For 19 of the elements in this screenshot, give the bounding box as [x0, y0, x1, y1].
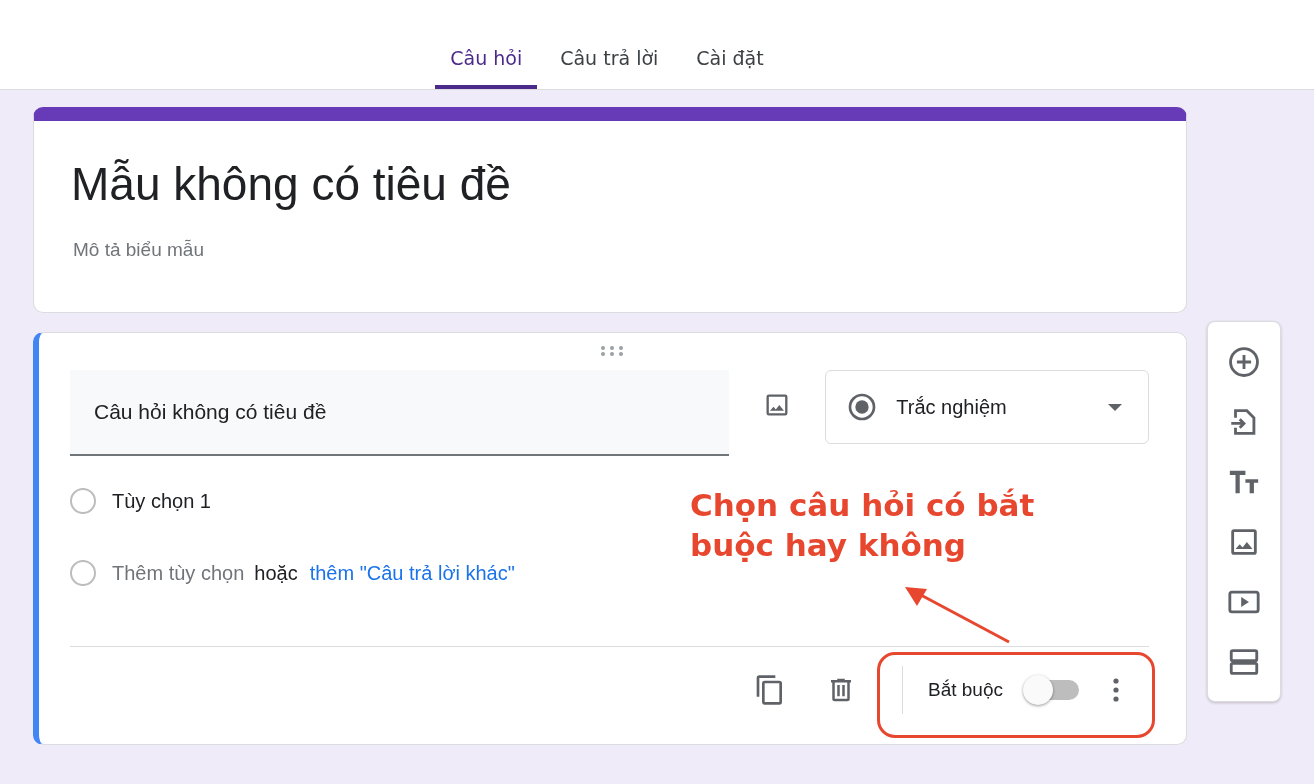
- caret-icon: [1108, 403, 1122, 411]
- tab[interactable]: Câu hỏi: [435, 29, 538, 89]
- radio-button[interactable]: [70, 560, 96, 586]
- add-option-link[interactable]: Thêm tùy chọn: [112, 561, 245, 585]
- or-text: hoặc: [254, 561, 298, 585]
- question-title-field[interactable]: Câu hỏi không có tiêu đề: [70, 370, 730, 456]
- more-options-icon[interactable]: [1113, 678, 1119, 702]
- annotation-text: Chọn câu hỏi có bắt buộc hay không: [690, 486, 1036, 565]
- tab[interactable]: Câu trả lời: [545, 29, 674, 89]
- add-other-link[interactable]: thêm "Câu trả lời khác": [309, 561, 515, 585]
- radio-button[interactable]: [70, 488, 96, 514]
- required-label: Bắt buộc: [928, 679, 1003, 701]
- tab[interactable]: Cài đặt: [681, 29, 779, 89]
- option-label[interactable]: Tùy chọn 1: [112, 489, 211, 513]
- drag-handle-icon[interactable]: [600, 346, 624, 356]
- add-icon[interactable]: [1227, 345, 1261, 379]
- form-title[interactable]: Mẫu không có tiêu đề: [71, 159, 1186, 210]
- required-toggle[interactable]: [1023, 675, 1079, 705]
- question-type-dropdown[interactable]: Trắc nghiệm: [825, 370, 1149, 444]
